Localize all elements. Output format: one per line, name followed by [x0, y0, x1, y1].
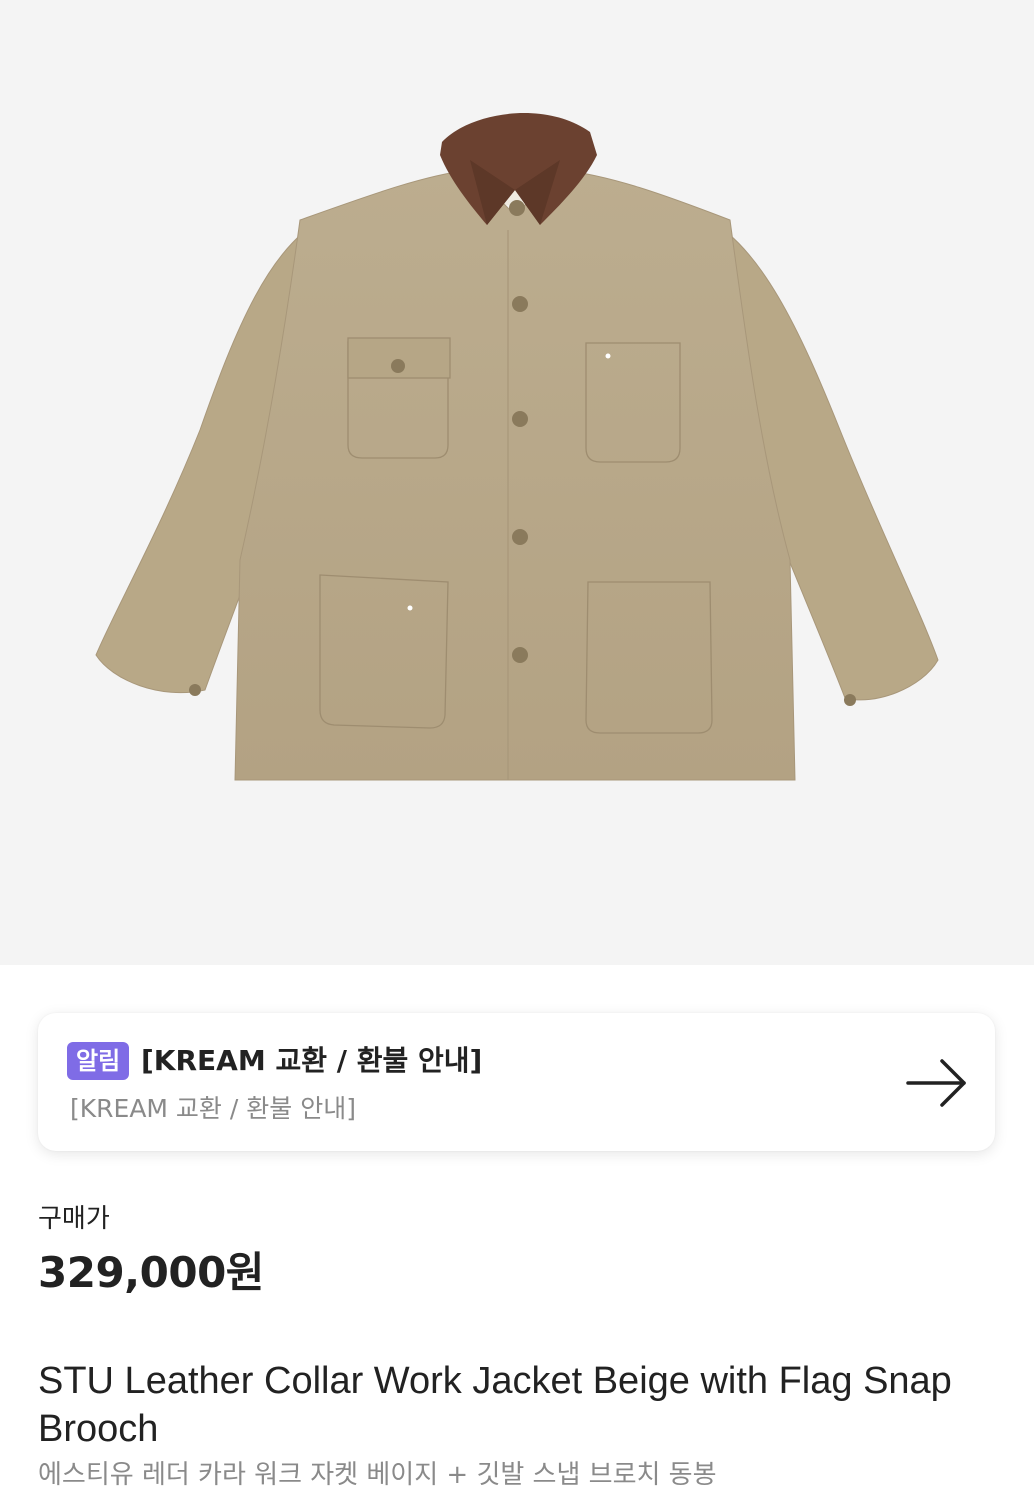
notice-subtitle: [KREAM 교환 / 환불 안내]	[70, 1094, 356, 1123]
product-image-area[interactable]	[0, 0, 1034, 965]
notice-badge: 알림	[67, 1042, 130, 1080]
price-label: 구매가	[38, 1204, 110, 1234]
arrow-right-icon[interactable]	[906, 1057, 968, 1109]
jacket-image	[95, 113, 939, 781]
product-subtitle: 에스티유 레더 카라 워크 자켓 베이지 + 깃발 스냅 브로치 동봉	[38, 1460, 717, 1490]
notice-title: [KREAM 교환 / 환불 안내]	[141, 1044, 483, 1077]
price-value: 329,000원	[38, 1248, 264, 1297]
product-title: STU Leather Collar Work Jacket Beige wit…	[38, 1360, 952, 1450]
notice-banner[interactable]: 알림 [KREAM 교환 / 환불 안내] [KREAM 교환 / 환불 안내]	[38, 1013, 995, 1151]
